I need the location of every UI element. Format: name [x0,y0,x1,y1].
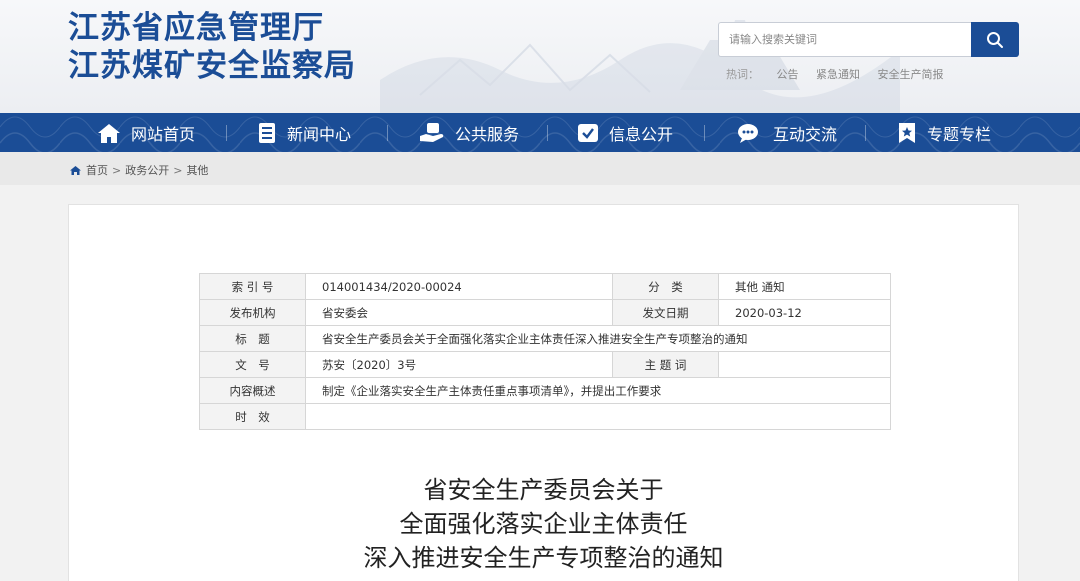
table-row: 文 号 苏安〔2020〕3号 主 题 词 [199,351,891,378]
search-icon [987,31,1003,48]
nav-item-interaction[interactable]: 互动交流 [737,113,837,152]
nav-item-home[interactable]: 网站首页 [97,113,195,152]
document-title-line: 全面强化落实企业主体责任 [399,510,688,538]
document-title: 省安全生产委员会关于 全面强化落实企业主体责任 深入推进安全生产专项整治的通知 [68,473,1019,575]
hot-word-link[interactable]: 公告 [777,68,799,81]
breadcrumb-separator: > [112,163,122,177]
nav-item-label: 公共服务 [455,124,520,144]
document-icon [259,122,275,143]
bookmark-icon [899,122,915,143]
nav-item-label: 网站首页 [131,124,196,144]
document-number-label: 文 号 [199,351,306,378]
nav-item-public-service[interactable]: 公共服务 [419,113,519,152]
hot-word-link[interactable]: 安全生产简报 [878,68,944,81]
category-value: 其他 通知 [718,273,891,300]
main-nav: 网站首页 新闻中心 公共服务 信息公开 互动交流 专题专栏 [0,113,1080,152]
home-icon [70,165,81,175]
service-hand-icon [420,122,444,142]
breadcrumb-home[interactable]: 首页 [86,162,108,178]
hot-words: 热词： 公告 紧急通知 安全生产简报 [726,66,958,82]
site-logo[interactable]: 江苏省应急管理厅 江苏煤矿安全监察局 [68,9,356,85]
nav-item-news[interactable]: 新闻中心 [257,113,351,152]
title-label: 标 题 [199,325,306,352]
breadcrumb-other[interactable]: 其他 [186,162,208,178]
table-row: 发布机构 省安委会 发文日期 2020-03-12 [199,299,891,326]
keywords-value [718,351,891,378]
issue-date-value: 2020-03-12 [718,299,891,326]
breadcrumb: 首页 > 政务公开 > 其他 [69,162,208,178]
validity-label: 时 效 [199,403,306,430]
table-row: 索 引 号 014001434/2020-00024 分 类 其他 通知 [199,273,891,300]
document-title-line: 省安全生产委员会关于 [423,476,664,504]
site-title-line2: 江苏煤矿安全监察局 [68,48,356,84]
table-row: 时 效 [199,403,891,430]
validity-value [305,403,891,430]
table-row: 内容概述 制定《企业落实安全生产主体责任重点事项清单》，并提出工作要求 [199,377,891,404]
nav-item-label: 专题专栏 [927,124,992,144]
search-box [718,22,1019,57]
nav-item-label: 信息公开 [609,124,674,144]
nav-divider [387,125,388,141]
issue-date-label: 发文日期 [612,299,719,326]
breadcrumb-gov-affairs[interactable]: 政务公开 [125,162,169,178]
nav-item-label: 新闻中心 [287,124,352,144]
publisher-value: 省安委会 [305,299,613,326]
breadcrumb-separator: > [173,163,183,177]
hot-words-label: 热词： [726,68,759,81]
home-icon [98,123,120,143]
keywords-label: 主 题 词 [612,351,719,378]
search-input[interactable] [718,22,972,57]
document-info-table: 索 引 号 014001434/2020-00024 分 类 其他 通知 发布机… [199,273,891,430]
publisher-label: 发布机构 [199,299,306,326]
nav-item-info-disclosure[interactable]: 信息公开 [577,113,673,152]
chat-icon [738,123,758,143]
summary-value: 制定《企业落实安全生产主体责任重点事项清单》，并提出工作要求 [305,377,891,404]
nav-item-special-topics[interactable]: 专题专栏 [897,113,991,152]
nav-item-label: 互动交流 [773,124,838,144]
search-button[interactable] [971,22,1019,57]
title-value: 省安全生产委员会关于全面强化落实企业主体责任深入推进安全生产专项整治的通知 [305,325,891,352]
index-number-value: 014001434/2020-00024 [305,273,613,300]
table-row: 标 题 省安全生产委员会关于全面强化落实企业主体责任深入推进安全生产专项整治的通… [199,325,891,352]
hot-word-link[interactable]: 紧急通知 [816,68,860,81]
site-header: 江苏省应急管理厅 江苏煤矿安全监察局 热词： 公告 紧急通知 安全生产简报 [0,0,1080,113]
nav-divider [547,125,548,141]
category-label: 分 类 [612,273,719,300]
document-title-line: 深入推进安全生产专项整治的通知 [363,544,724,572]
document-number-value: 苏安〔2020〕3号 [305,351,613,378]
summary-label: 内容概述 [199,377,306,404]
index-number-label: 索 引 号 [199,273,306,300]
site-title-line1: 江苏省应急管理厅 [68,10,324,46]
info-check-icon [578,123,598,142]
nav-divider [865,125,866,141]
nav-divider [226,125,227,141]
nav-divider [704,125,705,141]
breadcrumb-bar: 首页 > 政务公开 > 其他 [0,152,1080,185]
